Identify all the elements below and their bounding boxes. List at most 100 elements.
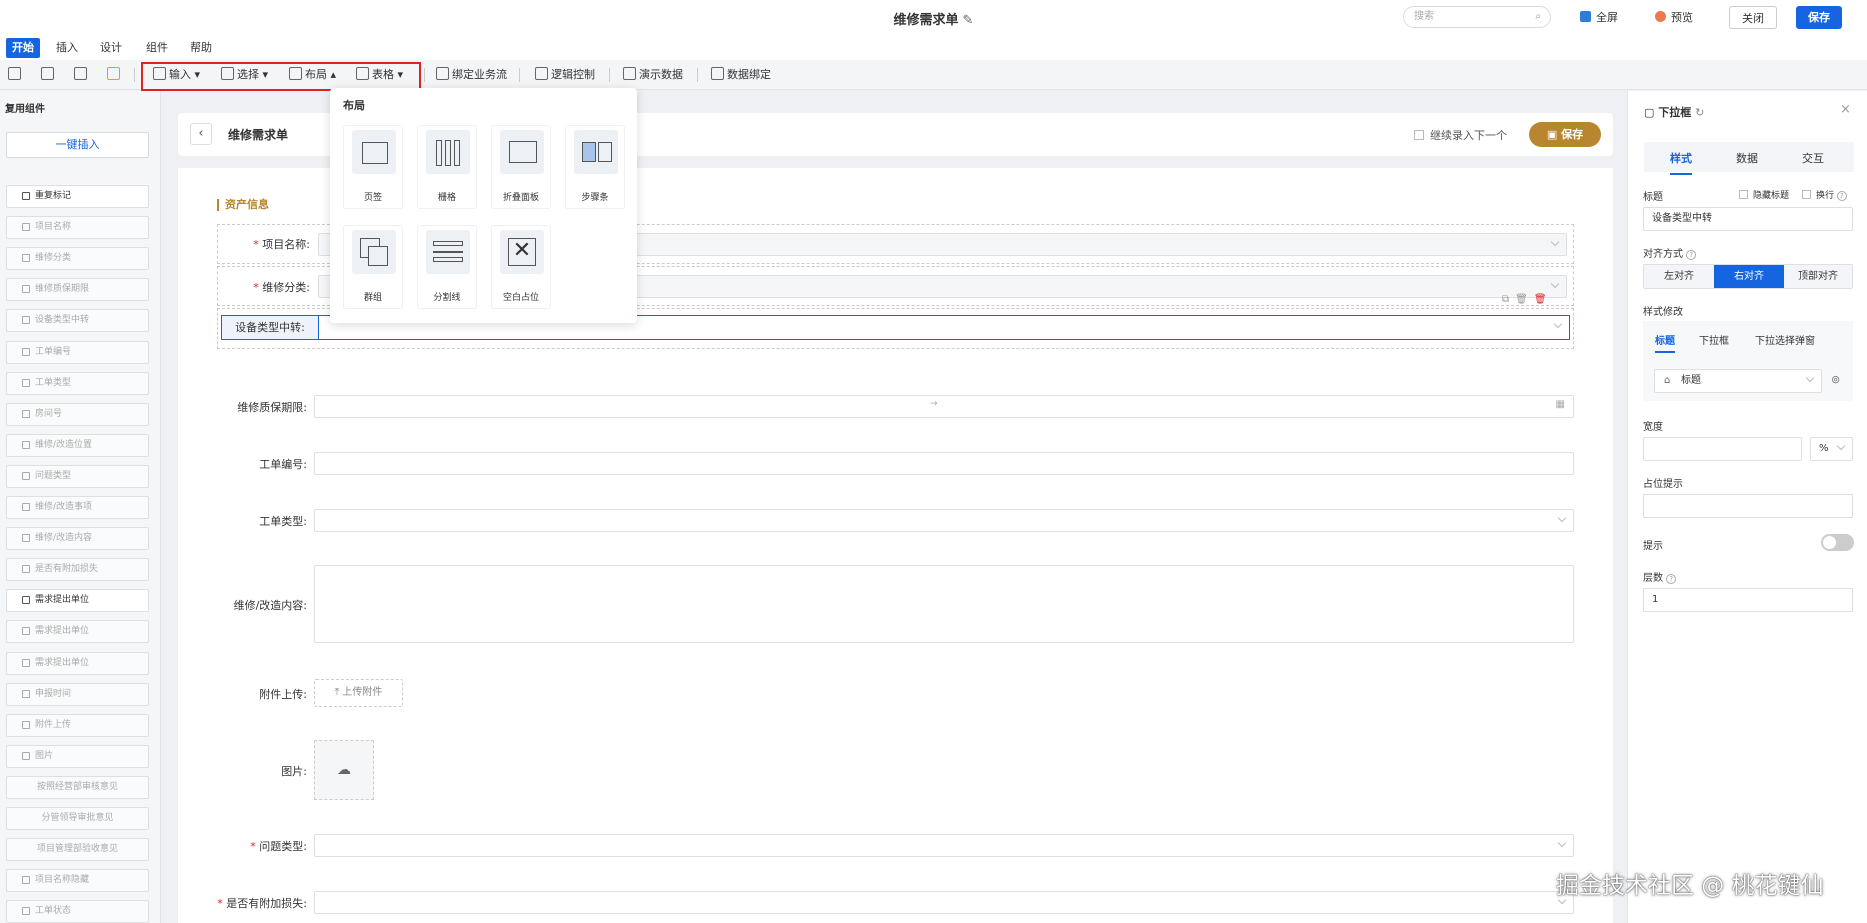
hide-title-checkbox[interactable]: 隐藏标题 [1739,188,1789,201]
delete-icon[interactable] [41,66,57,84]
layout-grid-item[interactable]: 栅格 [417,125,477,209]
data-binding-button[interactable]: 数据绑定 [711,66,771,84]
upload-icon: ⤒ [334,687,340,698]
component-item[interactable]: 项目名称 [6,216,149,239]
menu-components[interactable]: 组件 [140,38,174,58]
ticket-no-input[interactable] [314,452,1574,475]
component-item[interactable]: 设备类型中转 [6,309,149,332]
component-item[interactable]: 维修分类 [6,247,149,270]
search-input[interactable]: 搜索 ⌕ [1403,6,1551,28]
component-item[interactable]: 问题类型 [6,465,149,488]
component-item[interactable]: 房间号 [6,403,149,426]
format-painter-icon[interactable] [107,66,123,84]
component-item[interactable]: 按照经营部审核意见 [6,776,149,799]
eraser-icon[interactable] [74,66,90,84]
component-item[interactable]: 需求提出单位 [6,652,149,675]
component-icon [22,659,30,667]
bind-flow-button[interactable]: 绑定业务流 [436,66,507,84]
close-icon[interactable]: × [1840,102,1851,117]
layout-divider-item[interactable]: 分割线 [417,225,477,309]
layout-collapse-item[interactable]: 折叠面板 [491,125,551,209]
issue-label: * 问题类型: [250,840,307,853]
component-item[interactable]: 项目管理部验收意见 [6,838,149,861]
align-top-option[interactable]: 顶部对齐 [1783,265,1853,288]
levels-input[interactable]: 1 [1643,588,1853,612]
component-icon [22,223,30,231]
layout-dropdown: 布局 页签 栅格 折叠面板 步骤条 群组 分割线 ✕ 空白占位 [330,88,637,323]
one-click-insert-button[interactable]: 一键插入 [6,132,149,158]
width-unit-select[interactable]: % [1810,437,1853,461]
component-item[interactable]: 需求提出单位 [6,620,149,643]
style-tab-dropdown[interactable]: 下拉框 [1699,332,1729,347]
image-upload[interactable]: ☁ [314,740,374,800]
wrap-checkbox[interactable]: 换行 ? [1802,188,1847,201]
attachment-label: 附件上传: [259,688,307,701]
demo-icon [623,67,636,80]
component-icon [22,627,30,635]
refresh-icon: ↻ [1695,106,1705,119]
content-textarea[interactable] [314,565,1574,643]
layout-steps-item[interactable]: 步骤条 [565,125,625,209]
form-save-button[interactable]: ▣ 保存 [1529,122,1601,147]
align-right-option[interactable]: 右对齐 [1714,265,1784,288]
upload-attachment-button[interactable]: ⤒ 上传附件 [314,679,403,707]
component-item[interactable]: 附件上传 [6,714,149,737]
menu-help[interactable]: 帮助 [184,38,218,58]
align-left-option[interactable]: 左对齐 [1644,265,1714,288]
continue-checkbox[interactable]: 继续录入下一个 [1414,127,1507,143]
component-item[interactable]: 项目名称隐藏 [6,869,149,892]
width-input[interactable] [1643,437,1802,461]
layout-spacer-item[interactable]: ✕ 空白占位 [491,225,551,309]
back-icon[interactable]: ‹ [190,123,212,145]
fullscreen-icon [1580,11,1591,22]
component-icon [22,876,30,884]
remove-row-icon: 🗑 [1533,294,1553,305]
save-button[interactable]: 保存 [1796,6,1842,29]
style-modify-box: 标题 下拉框 下拉选择弹窗 ⌂ 标题 ⊚ [1643,321,1853,401]
component-item[interactable]: 图片 [6,745,149,768]
close-button[interactable]: 关闭 [1729,6,1777,29]
warranty-range-input[interactable]: → ▦ [314,395,1574,418]
component-item[interactable]: 需求提出单位 [6,589,149,612]
component-item[interactable]: 工单状态 [6,900,149,923]
component-item[interactable]: 工单编号 [6,341,149,364]
category-label: * 维修分类: [253,281,310,294]
component-item[interactable]: 申报时间 [6,683,149,706]
component-item[interactable]: 分管领导审批意见 [6,807,149,830]
edit-icon[interactable]: ✎ [963,13,974,28]
properties-tabs: 样式 数据 交互 [1644,142,1854,175]
title-input[interactable]: 设备类型中转 [1643,207,1853,231]
placeholder-input[interactable] [1643,494,1853,518]
component-item[interactable]: 工单类型 [6,372,149,395]
style-tab-popup[interactable]: 下拉选择弹窗 [1755,332,1815,347]
logic-control-button[interactable]: 逻辑控制 [535,66,595,84]
tab-style[interactable]: 样式 [1670,150,1692,175]
fullscreen-button[interactable]: 全屏 [1580,6,1618,29]
menu-start[interactable]: 开始 [6,38,40,58]
issue-select[interactable] [314,834,1574,857]
style-tab-title[interactable]: 标题 [1655,332,1675,353]
component-item[interactable]: 重复标记 [6,185,149,208]
component-item[interactable]: 维修/改造位置 [6,434,149,457]
layout-group-item[interactable]: 群组 [343,225,403,309]
demo-data-button[interactable]: 演示数据 [623,66,683,84]
layout-tabs-item[interactable]: 页签 [343,125,403,209]
logic-icon [535,67,548,80]
tab-data[interactable]: 数据 [1736,150,1758,166]
copy-icon[interactable] [8,66,24,84]
component-item[interactable]: 维修/改造内容 [6,527,149,550]
preview-button[interactable]: 预览 [1655,6,1693,29]
tab-interaction[interactable]: 交互 [1802,150,1824,166]
component-item[interactable]: 维修质保期限 [6,278,149,301]
settings-icon[interactable]: ⊚ [1831,373,1840,386]
width-label: 宽度 [1643,422,1663,433]
component-item[interactable]: 维修/改造事项 [6,496,149,519]
menu-insert[interactable]: 插入 [50,38,84,58]
component-item[interactable]: 是否有附加损失 [6,558,149,581]
tip-toggle[interactable] [1821,534,1854,551]
row-actions[interactable]: ⧉🗑🗑 [1502,294,1553,305]
extra-loss-select[interactable] [314,891,1574,914]
menu-design[interactable]: 设计 [94,38,128,58]
style-target-select[interactable]: ⌂ 标题 [1654,369,1822,393]
ticket-type-select[interactable] [314,509,1574,532]
